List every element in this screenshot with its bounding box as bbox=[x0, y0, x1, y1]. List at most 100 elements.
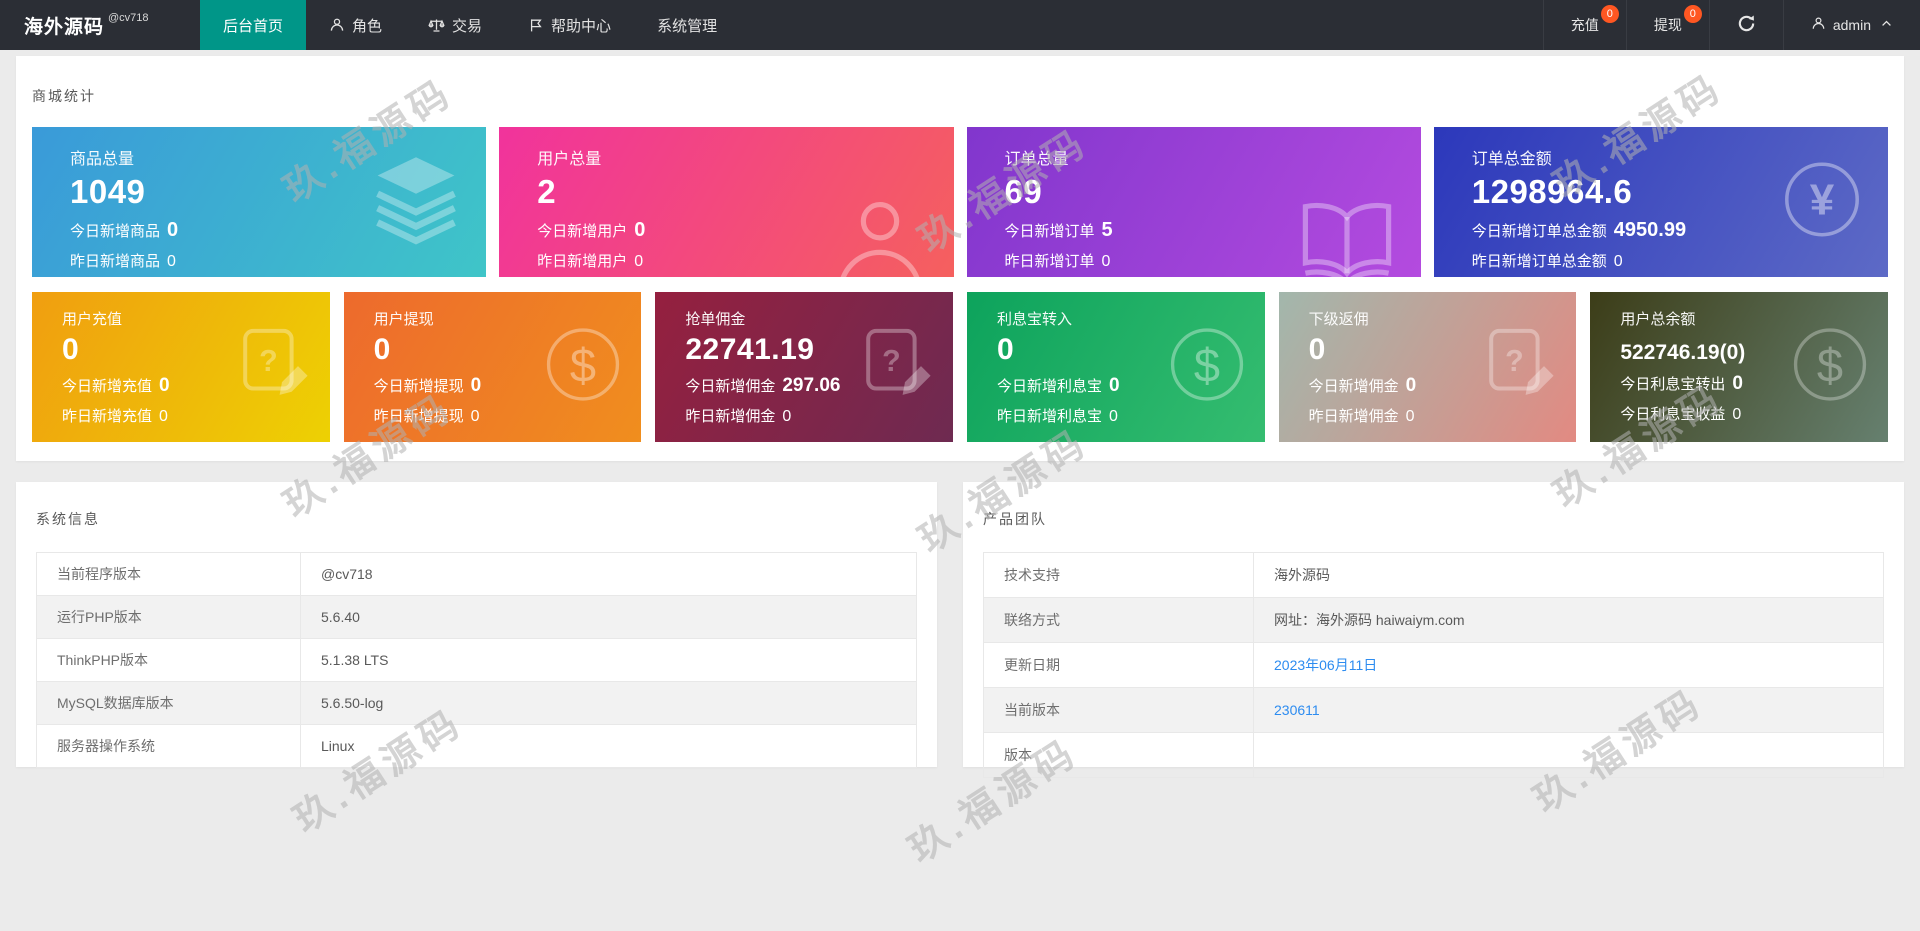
card-yesterday-value: 0 bbox=[167, 253, 176, 270]
svg-text:¥: ¥ bbox=[1810, 175, 1835, 224]
update-date-link[interactable]: 2023年06月11日 bbox=[1253, 642, 1884, 688]
brand-name: 海外源码 bbox=[24, 16, 105, 38]
card-yesterday-label: 昨日新增佣金 bbox=[685, 408, 776, 425]
card-yesterday-label: 昨日新增充值 bbox=[62, 408, 153, 425]
stats-section-title: 商城统计 bbox=[32, 88, 96, 104]
nav-item-help[interactable]: 帮助中心 bbox=[505, 0, 634, 50]
info-label: MySQL数据库版本 bbox=[36, 681, 301, 725]
card-yesterday-value: 0 bbox=[470, 408, 480, 425]
withdraw-button[interactable]: 提现 0 bbox=[1625, 0, 1709, 50]
card-today-label: 今日新增充值 bbox=[62, 378, 153, 395]
card-yesterday-label: 昨日新增订单 bbox=[1004, 253, 1095, 270]
card-today-label: 今日新增订单总金额 bbox=[1471, 223, 1607, 240]
nav-item-label: 角色 bbox=[352, 17, 383, 35]
info-value: 5.6.40 bbox=[300, 595, 917, 639]
nav-item-trade[interactable]: 交易 bbox=[405, 0, 505, 50]
recharge-badge: 0 bbox=[1600, 5, 1619, 23]
stats-row-1: 商品总量 1049 今日新增商品 0 昨日新增商品 0 用户总量 2 今日新增用户 0… bbox=[32, 127, 1888, 277]
card-yesterday-value: 0 bbox=[1101, 253, 1111, 270]
doc-question-icon: ? bbox=[234, 325, 314, 410]
dollar-icon: $ bbox=[1788, 323, 1872, 412]
top-navbar: 海外源码 @cv718 后台首页 角色 交易 帮助中心 系统管理 充值 0 提现… bbox=[0, 0, 1920, 50]
svg-text:?: ? bbox=[1505, 344, 1524, 378]
nav-item-label: 帮助中心 bbox=[551, 17, 612, 35]
svg-text:$: $ bbox=[1194, 338, 1220, 391]
nav-item-label: 系统管理 bbox=[657, 17, 718, 35]
team-label: 更新日期 bbox=[983, 642, 1254, 688]
team-value bbox=[1253, 732, 1884, 778]
stat-card-user-withdraw: 用户提现 0 今日新增提现 0 昨日新增提现 0 $ bbox=[343, 292, 642, 442]
card-today-label: 今日新增用户 bbox=[537, 223, 628, 240]
table-row: 运行PHP版本 5.6.40 bbox=[36, 595, 917, 639]
user-menu[interactable]: admin bbox=[1782, 0, 1920, 50]
table-row: 服务器操作系统 Linux bbox=[36, 724, 917, 768]
card-today-value: 0 bbox=[167, 219, 179, 241]
scales-icon bbox=[428, 17, 445, 34]
card-today-label: 今日利息宝转出 bbox=[1620, 376, 1726, 393]
card-yesterday-value: 0 bbox=[782, 408, 792, 425]
withdraw-label: 提现 bbox=[1653, 17, 1682, 33]
bottom-section: 系统信息 当前程序版本 @cv718 运行PHP版本 5.6.40 ThinkP… bbox=[16, 482, 1904, 778]
team-label: 版本 bbox=[983, 732, 1254, 778]
table-row: 版本 bbox=[983, 732, 1884, 778]
info-value: 5.1.38 LTS bbox=[300, 638, 917, 682]
stats-row-2: 用户充值 0 今日新增充值 0 昨日新增充值 0 ? 用户提现 0 今日新增提现 0 … bbox=[32, 292, 1888, 442]
recharge-label: 充值 bbox=[1570, 17, 1599, 33]
refresh-button[interactable] bbox=[1708, 0, 1783, 50]
table-row: 当前程序版本 @cv718 bbox=[36, 552, 917, 596]
card-yesterday-label: 昨日新增用户 bbox=[537, 253, 628, 270]
nav-item-roles[interactable]: 角色 bbox=[306, 0, 405, 50]
card-today-label: 今日新增佣金 bbox=[685, 378, 776, 395]
book-icon bbox=[1295, 190, 1399, 277]
username: admin bbox=[1832, 17, 1871, 33]
table-row: ThinkPHP版本 5.1.38 LTS bbox=[36, 638, 917, 682]
card-today-label: 今日新增商品 bbox=[70, 223, 161, 240]
product-team-table: 技术支持 海外源码 联络方式 网址：海外源码 haiwaiym.com 更新日期… bbox=[983, 552, 1884, 778]
info-value: @cv718 bbox=[300, 552, 917, 596]
flag-icon bbox=[528, 17, 544, 33]
card-yesterday-label: 昨日新增订单总金额 bbox=[1471, 253, 1607, 270]
svg-text:?: ? bbox=[259, 344, 278, 378]
info-label: 服务器操作系统 bbox=[36, 724, 301, 768]
card-yesterday-label: 昨日新增商品 bbox=[70, 253, 161, 270]
card-today-label: 今日新增佣金 bbox=[1308, 378, 1399, 395]
chevron-up-icon bbox=[1880, 17, 1893, 33]
info-value: 5.6.50-log bbox=[300, 681, 917, 725]
current-version-link[interactable]: 230611 bbox=[1253, 687, 1884, 733]
svg-text:?: ? bbox=[882, 344, 901, 378]
stat-card-goods-total: 商品总量 1049 今日新增商品 0 昨日新增商品 0 bbox=[32, 127, 487, 277]
user-icon bbox=[329, 17, 345, 33]
brand-logo[interactable]: 海外源码 @cv718 bbox=[0, 0, 200, 50]
navbar-right: 充值 0 提现 0 admin bbox=[1542, 0, 1920, 50]
stat-card-users-total: 用户总量 2 今日新增用户 0 昨日新增用户 0 bbox=[499, 127, 954, 277]
nav-item-system[interactable]: 系统管理 bbox=[634, 0, 740, 50]
system-info-panel: 系统信息 当前程序版本 @cv718 运行PHP版本 5.6.40 ThinkP… bbox=[16, 482, 937, 768]
yen-icon: ¥ bbox=[1778, 156, 1866, 249]
table-row: 更新日期 2023年06月11日 bbox=[983, 642, 1884, 688]
svg-text:$: $ bbox=[1817, 338, 1843, 391]
dollar-icon: $ bbox=[541, 323, 625, 412]
team-value: 网址：海外源码 haiwaiym.com bbox=[1253, 597, 1884, 643]
card-today-label: 今日新增提现 bbox=[373, 378, 464, 395]
card-yesterday-value: 0 bbox=[1732, 406, 1742, 423]
card-today-value: 0 bbox=[159, 375, 170, 396]
product-team-panel: 产品团队 技术支持 海外源码 联络方式 网址：海外源码 haiwaiym.com… bbox=[963, 482, 1904, 778]
nav-item-home[interactable]: 后台首页 bbox=[200, 0, 307, 50]
recharge-button[interactable]: 充值 0 bbox=[1542, 0, 1626, 50]
doc-question-icon: ? bbox=[857, 325, 937, 410]
table-row: MySQL数据库版本 5.6.50-log bbox=[36, 681, 917, 725]
team-label: 当前版本 bbox=[983, 687, 1254, 733]
card-yesterday-label: 昨日新增佣金 bbox=[1308, 408, 1399, 425]
stats-panel: 商城统计 商品总量 1049 今日新增商品 0 昨日新增商品 0 用户总量 2 今日… bbox=[16, 56, 1904, 461]
card-today-value: 0 bbox=[1109, 375, 1120, 396]
dollar-icon: $ bbox=[1165, 323, 1249, 412]
main-menu: 后台首页 角色 交易 帮助中心 系统管理 bbox=[200, 0, 740, 50]
card-yesterday-label: 昨日新增利息宝 bbox=[996, 408, 1102, 425]
person-icon bbox=[828, 190, 932, 277]
system-info-title: 系统信息 bbox=[36, 511, 100, 527]
info-label: ThinkPHP版本 bbox=[36, 638, 301, 682]
user-icon bbox=[1811, 16, 1826, 34]
doc-question-icon: ? bbox=[1480, 325, 1560, 410]
stat-card-user-recharge: 用户充值 0 今日新增充值 0 昨日新增充值 0 ? bbox=[32, 292, 330, 442]
card-today-value: 5 bbox=[1101, 219, 1113, 241]
